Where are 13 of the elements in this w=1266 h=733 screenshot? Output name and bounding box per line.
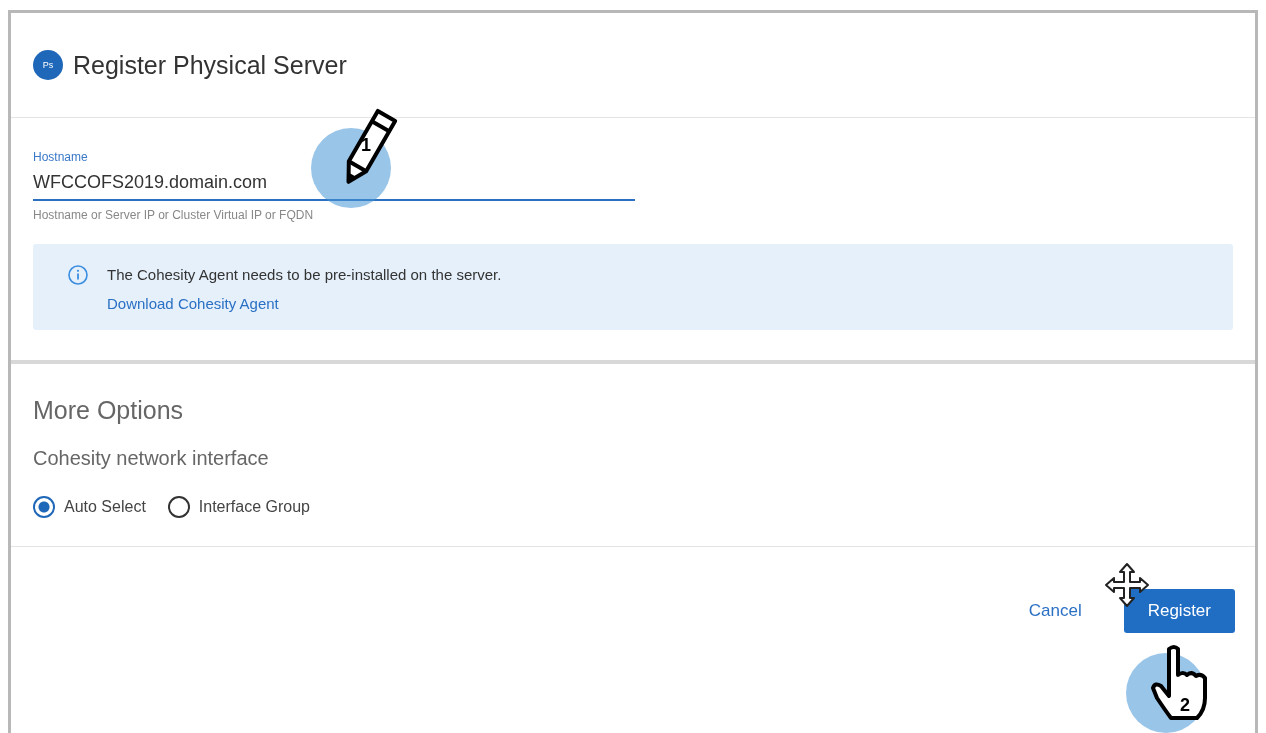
cancel-button[interactable]: Cancel xyxy=(1016,591,1094,631)
section-title: More Options xyxy=(33,396,185,425)
server-badge: Ps xyxy=(33,50,63,80)
section-subtitle: Cohesity network interface xyxy=(33,447,270,470)
notice-text: The Cohesity Agent needs to be pre-installed on the server. xyxy=(107,266,502,283)
radio-option[interactable]: Interface Group xyxy=(167,496,310,518)
move-cursor-icon xyxy=(1103,561,1151,609)
info-icon xyxy=(67,264,89,286)
field-hint: Hostname or Server IP or Cluster Virtual IP or FQDN xyxy=(33,208,315,222)
register-button[interactable]: Register xyxy=(1123,589,1235,633)
download-link[interactable]: Download Cohesity Agent xyxy=(107,295,502,312)
radio-option[interactable]: Auto Select xyxy=(33,496,146,518)
dialog-title: Register Physical Server xyxy=(73,50,347,80)
